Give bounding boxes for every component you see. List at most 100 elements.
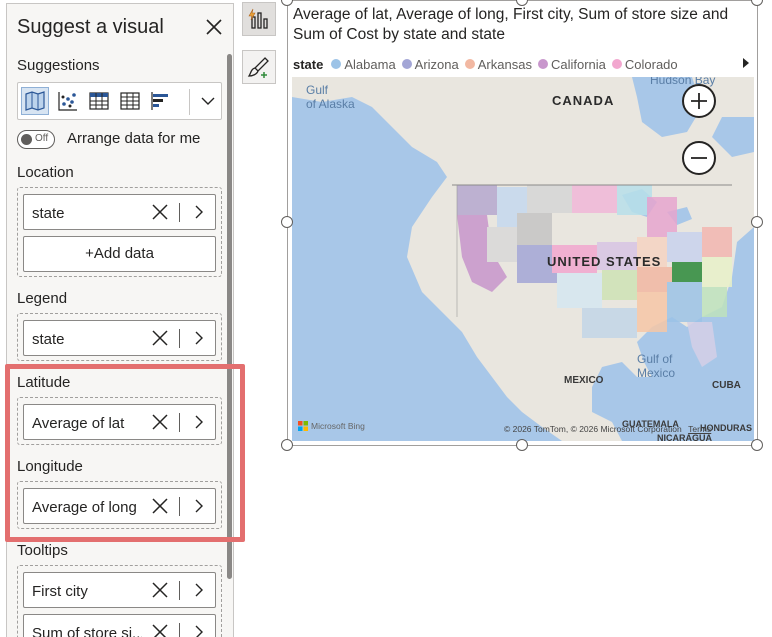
- copyright-text: © 2026 TomTom, © 2026 Microsoft Corporat…: [504, 424, 682, 434]
- arrange-data-toggle[interactable]: Off: [17, 130, 55, 149]
- map-label-gulf-of-alaska: Gulf of Alaska: [306, 83, 355, 111]
- chevron-right-icon: [195, 625, 203, 637]
- expand-field-button[interactable]: [190, 623, 208, 637]
- legend-label: Legend: [17, 290, 68, 307]
- map-visual[interactable]: Average of lat, Average of long, First c…: [287, 0, 758, 446]
- resize-handle-bottom-right[interactable]: [751, 439, 763, 451]
- close-panel-button[interactable]: [203, 16, 225, 38]
- build-visual-button[interactable]: [242, 2, 276, 36]
- resize-handle-bottom[interactable]: [516, 439, 528, 451]
- field-name: state: [32, 205, 65, 222]
- bar-chart-visual-button[interactable]: [147, 87, 175, 115]
- map-label-canada: CANADA: [552, 93, 615, 108]
- suggested-visuals-row: [17, 82, 222, 120]
- field-divider: [179, 329, 180, 348]
- filled-map-icon: [25, 91, 45, 111]
- toggle-state: Off: [35, 133, 49, 144]
- legend-next-button[interactable]: [740, 56, 752, 70]
- close-icon: [152, 204, 168, 220]
- arrange-data-label: Arrange data for me: [67, 130, 201, 147]
- legend-item-colorado[interactable]: Colorado: [611, 56, 678, 72]
- suggestions-label: Suggestions: [17, 57, 100, 74]
- legend-marker: [464, 59, 475, 69]
- visuals-divider: [189, 89, 190, 115]
- legend-item-arizona[interactable]: Arizona: [401, 56, 459, 72]
- remove-field-button[interactable]: [150, 580, 170, 600]
- legend-field-state[interactable]: state: [23, 320, 216, 356]
- tooltip-field-first-city[interactable]: First city: [23, 572, 216, 608]
- legend-item-california[interactable]: California: [537, 57, 606, 72]
- remove-field-button[interactable]: [150, 328, 170, 348]
- format-visual-button[interactable]: [242, 50, 276, 84]
- map-label-mexico: MEXICO: [564, 375, 604, 386]
- legend-item-label: Colorado: [624, 56, 678, 72]
- legend-well: state: [17, 313, 222, 361]
- bing-logo: Microsoft Bing: [298, 421, 365, 431]
- chevron-down-icon: [201, 97, 215, 105]
- legend-item-alabama[interactable]: Alabama: [331, 56, 396, 72]
- table-visual-button[interactable]: [85, 87, 113, 115]
- plus-icon: [691, 93, 707, 109]
- field-divider: [179, 623, 180, 637]
- more-visuals-button[interactable]: [199, 92, 217, 110]
- location-label: Location: [17, 164, 74, 181]
- close-icon: [152, 330, 168, 346]
- north-america-basemap: [292, 77, 754, 441]
- chevron-right-icon: [195, 205, 203, 219]
- expand-field-button[interactable]: [190, 581, 208, 599]
- matrix-icon: [120, 92, 140, 110]
- caret-right-icon: [743, 58, 749, 68]
- chevron-right-icon: [195, 331, 203, 345]
- lat-long-highlight-box: [5, 364, 245, 542]
- add-data-button[interactable]: +Add data: [23, 236, 216, 272]
- legend-marker: [331, 59, 342, 69]
- expand-field-button[interactable]: [190, 329, 208, 347]
- resize-handle-right[interactable]: [751, 216, 763, 228]
- panel-title: Suggest a visual: [17, 16, 164, 38]
- matrix-visual-button[interactable]: [116, 87, 144, 115]
- bing-label: Microsoft Bing: [311, 421, 365, 431]
- close-icon: [152, 582, 168, 598]
- map-canvas[interactable]: Gulf of Alaska Hudson Bay CANADA UNITED …: [292, 77, 754, 441]
- zoom-in-button[interactable]: [682, 84, 716, 118]
- visual-title: Average of lat, Average of long, First c…: [293, 6, 729, 43]
- tooltip-field-store-size[interactable]: Sum of store si...: [23, 614, 216, 637]
- chevron-right-icon: [195, 583, 203, 597]
- scatter-chart-icon: [58, 92, 77, 111]
- legend-item-label: Alabama: [344, 56, 396, 72]
- map-label-united-states: UNITED STATES: [547, 254, 662, 269]
- paintbrush-icon: [247, 57, 269, 78]
- minus-icon: [691, 157, 707, 159]
- map-label-gulf-of-mexico: Gulf of Mexico: [637, 352, 676, 380]
- toggle-knob: [21, 134, 32, 145]
- close-icon: [206, 19, 222, 35]
- legend-item-label: Arizona: [414, 56, 459, 72]
- remove-field-button[interactable]: [150, 622, 170, 637]
- remove-field-button[interactable]: [150, 202, 170, 222]
- table-icon: [89, 92, 109, 110]
- filled-map-visual-button[interactable]: [21, 87, 49, 115]
- map-label-nicaragua: NICARAGUA: [657, 433, 712, 441]
- scatter-chart-visual-button[interactable]: [54, 87, 82, 115]
- field-divider: [179, 581, 180, 600]
- legend-marker: [401, 59, 412, 69]
- bar-chart-icon: [151, 92, 168, 110]
- microsoft-logo-icon: [298, 421, 308, 431]
- field-name: First city: [32, 583, 88, 600]
- legend-marker: [611, 59, 622, 69]
- legend-item-arkansas[interactable]: Arkansas: [464, 57, 532, 72]
- field-divider: [179, 203, 180, 222]
- resize-handle-bottom-left[interactable]: [281, 439, 293, 451]
- zoom-out-button[interactable]: [682, 141, 716, 175]
- resize-handle-left[interactable]: [281, 216, 293, 228]
- field-name: Sum of store si...: [32, 625, 142, 637]
- location-well: state +Add data: [17, 187, 222, 277]
- location-field-state[interactable]: state: [23, 194, 216, 230]
- close-icon: [152, 624, 168, 637]
- terms-link[interactable]: Terms: [688, 424, 711, 434]
- bar-chart-sparkle-icon: [248, 8, 268, 29]
- map-legend: state Alabama Arizona Arkansas Californi…: [293, 55, 684, 73]
- tooltips-well: First city Sum of store si...: [17, 565, 222, 637]
- legend-marker: [537, 59, 548, 69]
- expand-field-button[interactable]: [190, 203, 208, 221]
